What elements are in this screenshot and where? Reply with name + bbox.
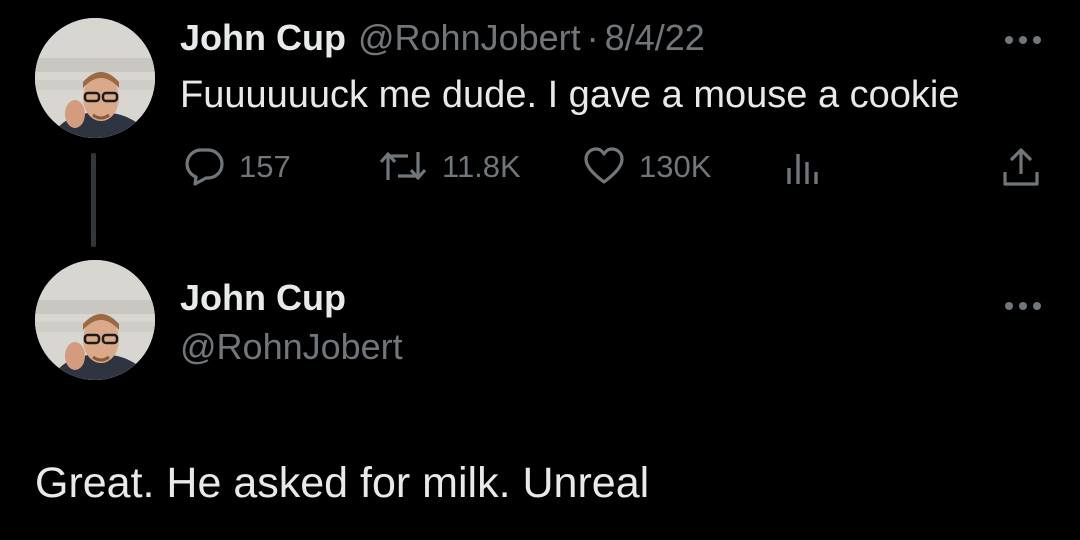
- heart-icon: [584, 147, 624, 184]
- reply-count: 157: [239, 148, 291, 184]
- ellipsis-icon: [1005, 302, 1041, 310]
- views-button[interactable]: [785, 146, 821, 186]
- like-button[interactable]: 130K: [583, 146, 711, 186]
- avatar[interactable]: [35, 260, 155, 380]
- thread-connector-line: [91, 153, 96, 247]
- retweet-button[interactable]: 11.8K: [378, 146, 521, 186]
- more-options-button[interactable]: [1003, 288, 1043, 318]
- author-name[interactable]: John Cup: [180, 280, 346, 316]
- ellipsis-icon: [1005, 36, 1041, 44]
- retweet-count: 11.8K: [442, 148, 521, 184]
- share-icon: [1003, 148, 1039, 186]
- author-handle[interactable]: @RohnJobert: [180, 329, 403, 365]
- avatar-photo: [35, 260, 155, 380]
- tweet1-header: John Cup @RohnJobert · 8/4/22: [180, 20, 705, 56]
- tweet-text: Fuuuuuuck me dude. I gave a mouse a cook…: [180, 74, 960, 116]
- reply-button[interactable]: 157: [183, 146, 291, 186]
- author-name[interactable]: John Cup: [180, 20, 346, 56]
- tweet-text: Great. He asked for milk. Unreal: [35, 459, 650, 507]
- author-handle[interactable]: @RohnJobert: [358, 20, 581, 56]
- reply-icon: [185, 148, 224, 186]
- avatar-photo: [35, 18, 155, 138]
- avatar[interactable]: [35, 18, 155, 138]
- tweet-date[interactable]: 8/4/22: [605, 20, 705, 56]
- like-count: 130K: [639, 148, 712, 184]
- retweet-icon: [379, 152, 427, 180]
- separator-dot: ·: [586, 17, 599, 58]
- views-chart-icon: [787, 154, 818, 184]
- share-button[interactable]: [1000, 146, 1042, 188]
- more-options-button[interactable]: [1003, 22, 1043, 52]
